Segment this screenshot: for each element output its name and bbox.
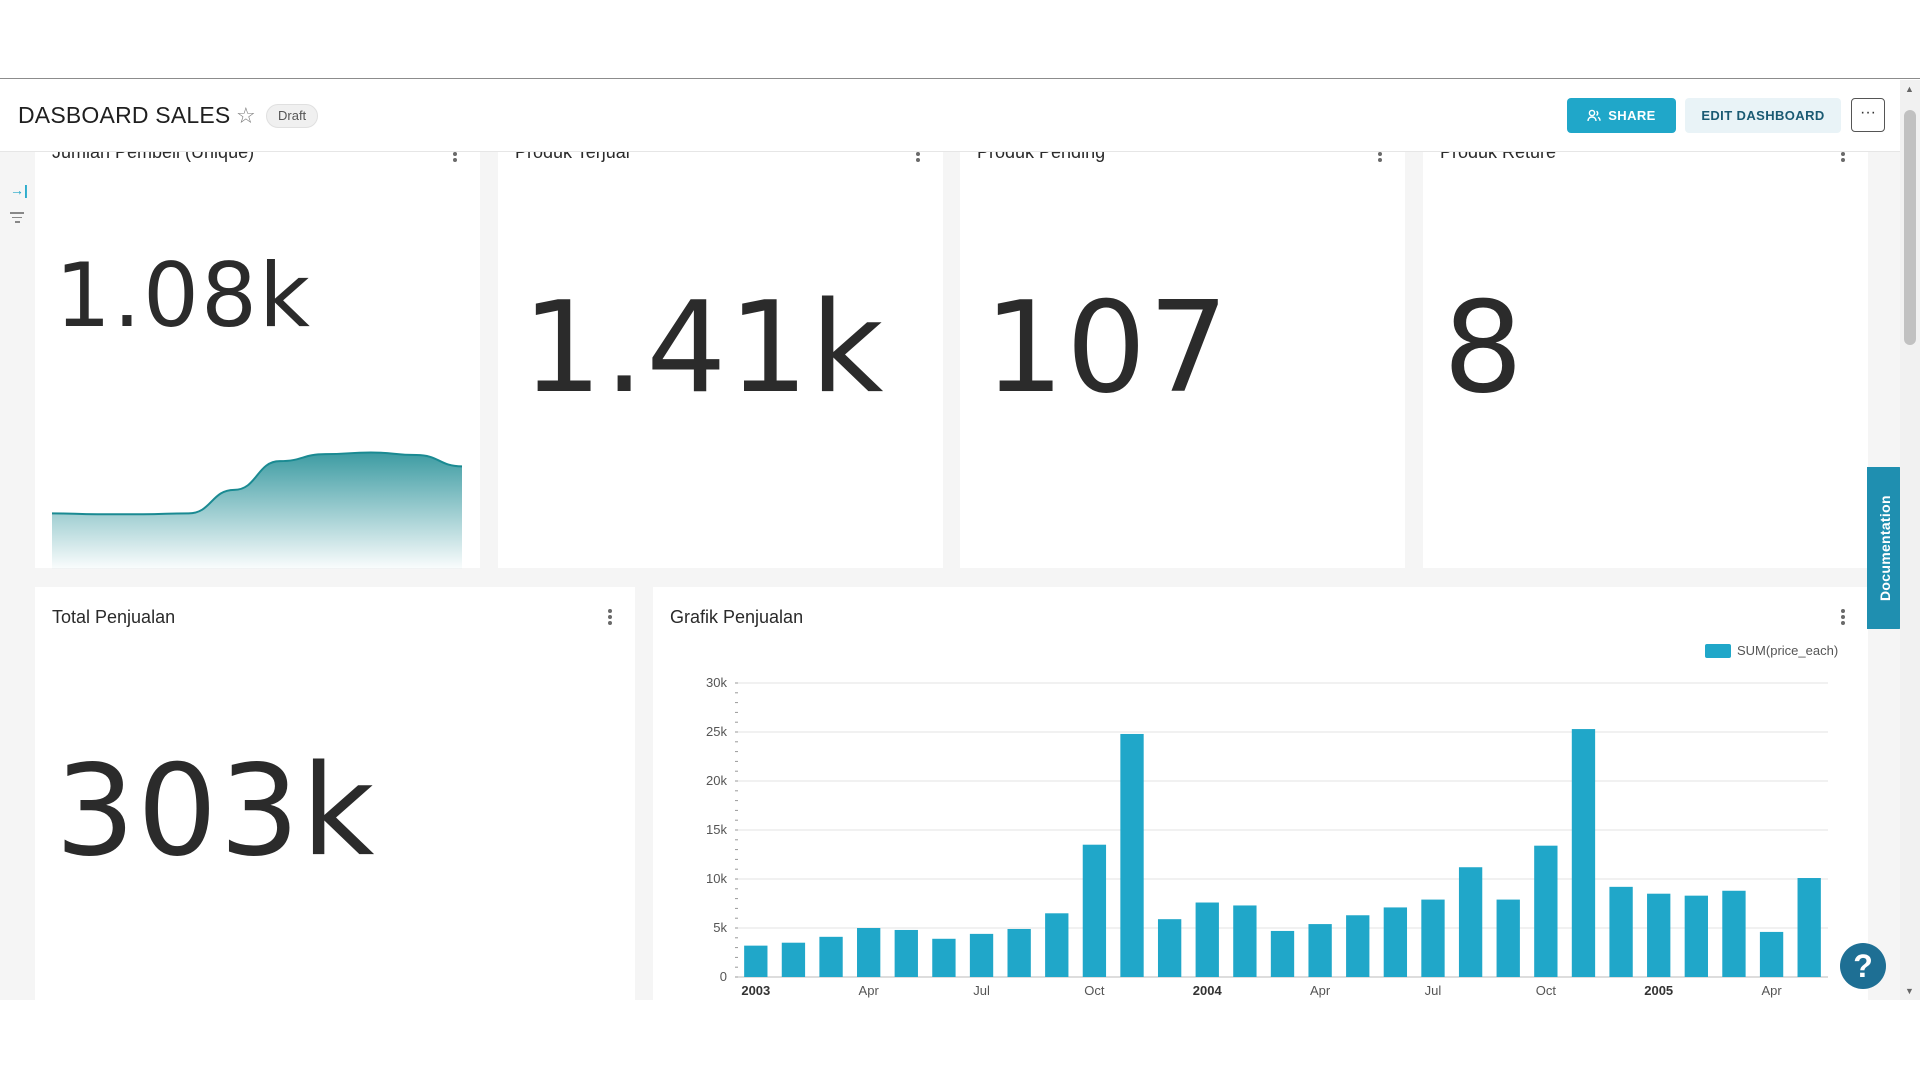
- bar[interactable]: [1458, 867, 1483, 977]
- bar[interactable]: [1233, 905, 1257, 977]
- x-tick-label: Jul: [973, 983, 990, 998]
- x-tick-label: Jul: [1425, 983, 1442, 998]
- bar[interactable]: [781, 942, 806, 977]
- bar[interactable]: [1759, 931, 1784, 977]
- bar[interactable]: [969, 933, 994, 977]
- card-title: Produk Terjual: [515, 152, 630, 162]
- bar[interactable]: [819, 936, 843, 977]
- browser-top-area: [0, 0, 1920, 79]
- card-title: Produk Reture: [1440, 152, 1557, 162]
- filter-sidebar: →|: [0, 152, 34, 1000]
- bar[interactable]: [1270, 930, 1295, 977]
- bar[interactable]: [1045, 913, 1069, 977]
- y-tick-label: 5k: [713, 920, 727, 935]
- bar[interactable]: [1609, 886, 1633, 977]
- x-tick-label: 2005: [1644, 983, 1673, 998]
- bar[interactable]: [1007, 928, 1031, 977]
- star-icon[interactable]: ☆: [236, 103, 256, 129]
- filter-icon[interactable]: [10, 212, 24, 226]
- bar[interactable]: [1308, 924, 1332, 977]
- y-tick-label: 30k: [706, 675, 727, 690]
- x-tick-label: 2004: [1193, 983, 1223, 998]
- card-total-sales: Total Penjualan 303k: [35, 587, 635, 1000]
- card-title: Total Penjualan: [52, 607, 176, 627]
- big-number: 303k: [55, 737, 377, 884]
- legend-label: SUM(price_each): [1737, 643, 1838, 658]
- card-sales-chart: Grafik Penjualan SUM(price_each) 0 5k 10k 1…: [653, 587, 1868, 1000]
- kebab-menu-icon[interactable]: [607, 609, 613, 625]
- expand-sidebar-icon[interactable]: →|: [10, 182, 28, 198]
- x-tick-label: Apr: [859, 983, 880, 998]
- y-tick-label: 15k: [706, 822, 727, 837]
- bar[interactable]: [1346, 915, 1370, 977]
- more-options-button[interactable]: ···: [1851, 98, 1885, 132]
- big-number: 107: [984, 274, 1231, 421]
- x-tick-label: Oct: [1084, 983, 1105, 998]
- card-products-sold: Produk Terjual 1.41k: [498, 152, 943, 568]
- bar[interactable]: [1421, 899, 1445, 977]
- card-title: Produk Pending: [977, 152, 1106, 162]
- y-axis: 0 5k 10k 15k 20k 25k 30k: [706, 675, 738, 984]
- bar[interactable]: [894, 929, 918, 977]
- dashboard-body: →| Jumlah Pembeli (Unique) 1.08k Produk …: [0, 152, 1900, 1000]
- bar[interactable]: [1383, 907, 1408, 977]
- bar[interactable]: [1157, 919, 1182, 977]
- bar-chart: SUM(price_each) 0 5k 10k 15k 20k 25k 30k 2003 A…: [706, 643, 1838, 998]
- big-number: 1.08k: [55, 244, 312, 347]
- card-products-returned: Produk Reture 8: [1423, 152, 1868, 568]
- kebab-menu-icon[interactable]: [452, 152, 458, 162]
- bar[interactable]: [1722, 890, 1746, 977]
- legend-swatch: [1705, 644, 1731, 658]
- scroll-up-arrow-icon[interactable]: ▲: [1905, 84, 1914, 94]
- share-label: SHARE: [1608, 108, 1656, 123]
- dashboard-title: DASBOARD SALES: [18, 102, 231, 128]
- card-products-pending: Produk Pending 107: [960, 152, 1405, 568]
- kebab-menu-icon[interactable]: [915, 152, 921, 162]
- y-tick-label: 25k: [706, 724, 727, 739]
- bar[interactable]: [1082, 844, 1107, 977]
- bar[interactable]: [1120, 733, 1144, 977]
- big-number: 8: [1443, 274, 1526, 421]
- big-number: 1.41k: [522, 274, 886, 421]
- browser-bottom-area: [0, 1000, 1920, 1080]
- x-axis: 2003 Apr Jul Oct 2004 Apr Jul Oct 2005 Apr: [741, 983, 1782, 998]
- bar[interactable]: [1534, 845, 1558, 977]
- card-title: Jumlah Pembeli (Unique): [52, 152, 255, 162]
- share-users-icon: [1587, 109, 1601, 121]
- draft-badge[interactable]: Draft: [266, 104, 319, 128]
- bar[interactable]: [857, 928, 881, 977]
- documentation-tab[interactable]: Documentation: [1867, 467, 1903, 629]
- help-button[interactable]: ?: [1840, 943, 1886, 989]
- page-scrollbar[interactable]: ▲ ▼: [1900, 80, 1920, 1000]
- bar[interactable]: [1571, 729, 1596, 977]
- bar[interactable]: [1195, 902, 1219, 977]
- y-tick-label: 20k: [706, 773, 727, 788]
- bar[interactable]: [1797, 878, 1821, 977]
- bar[interactable]: [932, 938, 956, 977]
- trendline-chart: [52, 451, 462, 569]
- scrollbar-thumb[interactable]: [1904, 110, 1916, 345]
- dashboard-header: DASBOARD SALES ☆ Draft SHARE EDIT DASHBO…: [0, 80, 1900, 152]
- scroll-down-arrow-icon[interactable]: ▼: [1905, 986, 1914, 996]
- x-tick-label: Apr: [1761, 983, 1782, 998]
- bar[interactable]: [1647, 893, 1671, 977]
- share-button[interactable]: SHARE: [1567, 98, 1676, 133]
- y-tick-label: 0: [720, 969, 727, 984]
- kebab-menu-icon[interactable]: [1377, 152, 1383, 162]
- bar-series: [744, 729, 1821, 977]
- edit-dashboard-button[interactable]: EDIT DASHBOARD: [1685, 98, 1841, 133]
- x-tick-label: Oct: [1536, 983, 1557, 998]
- chart-legend[interactable]: SUM(price_each): [1705, 643, 1838, 658]
- kebab-menu-icon[interactable]: [1840, 152, 1846, 162]
- card-unique-buyers: Jumlah Pembeli (Unique) 1.08k: [35, 152, 480, 569]
- bar[interactable]: [1496, 899, 1520, 977]
- bar[interactable]: [744, 945, 768, 977]
- x-tick-label: Apr: [1310, 983, 1331, 998]
- trendline-area: [52, 452, 462, 569]
- y-tick-label: 10k: [706, 871, 727, 886]
- x-tick-label: 2003: [741, 983, 770, 998]
- bar[interactable]: [1684, 895, 1708, 977]
